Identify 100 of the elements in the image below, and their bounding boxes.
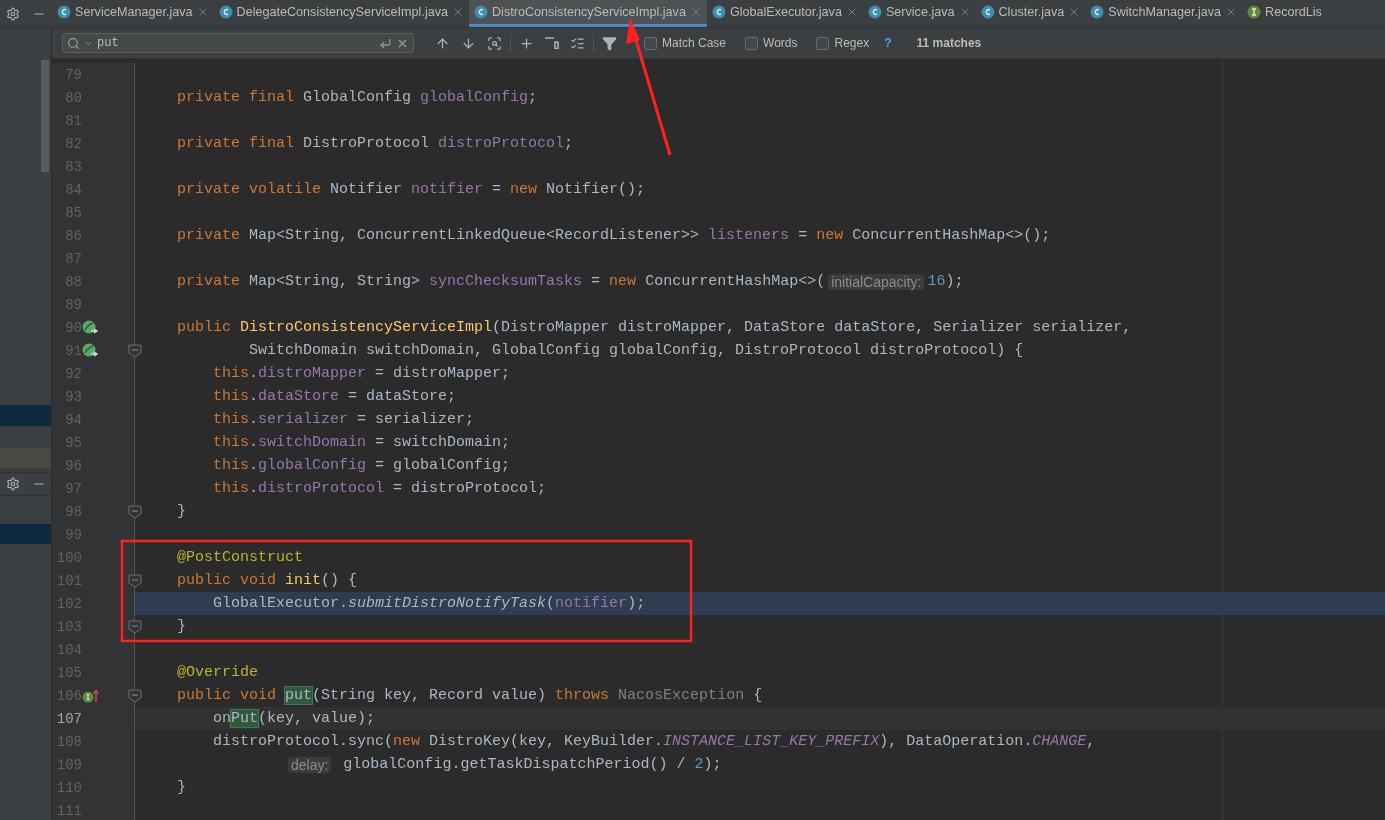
code-token: 2 xyxy=(694,756,704,773)
code-token: ); xyxy=(703,756,722,773)
code-token: = xyxy=(797,227,809,244)
code-token: new xyxy=(393,733,422,750)
tab-label: ServiceManager.java xyxy=(75,5,193,19)
code-token: . xyxy=(249,365,259,382)
code-token: () { xyxy=(321,572,358,589)
fold-icon[interactable] xyxy=(128,689,142,703)
code-token: on xyxy=(212,710,231,727)
checkbox[interactable] xyxy=(816,36,830,50)
code-token: dataStore xyxy=(258,388,340,405)
code-token: distroProtocol.sync( xyxy=(212,733,394,750)
code-token: SwitchDomain switchDomain, GlobalConfig globalConfig, DistroProtocol distroProtocol) { xyxy=(248,342,1024,359)
code-token: public void xyxy=(176,687,278,704)
code-token: ( xyxy=(546,595,556,612)
close-icon[interactable] xyxy=(452,6,464,18)
checkbox-label: Match Case xyxy=(662,36,727,50)
code-token: init xyxy=(285,572,322,589)
code-token: private volatile xyxy=(176,181,323,198)
tab-label: Service.java xyxy=(885,5,955,19)
code-token: distroProtocol xyxy=(258,480,385,497)
remove-occurrence-button[interactable] xyxy=(545,37,559,49)
editor-tab[interactable]: Cluster.java xyxy=(975,0,1086,27)
editor-tab[interactable]: RecordLis xyxy=(1242,0,1327,27)
checkbox-label: Regex xyxy=(834,36,870,50)
code-token: GlobalConfig xyxy=(303,89,413,106)
code-token: distroMapper xyxy=(258,365,367,382)
tab-label: DistroConsistencyServiceImpl.java xyxy=(492,5,686,19)
next-match-button[interactable] xyxy=(461,35,476,51)
editor-tab[interactable]: ServiceManager.java xyxy=(52,0,214,27)
checkbox[interactable] xyxy=(745,36,759,50)
code-token: private xyxy=(176,227,242,244)
code-token: private xyxy=(176,273,242,290)
tab-label: SwitchManager.java xyxy=(1108,5,1222,19)
code-token: ; xyxy=(528,89,538,106)
code-token: Notifier xyxy=(330,181,404,198)
code-token: (DistroMapper distroMapper, DataStore dataStore, Serializer serializer, xyxy=(492,319,1132,336)
code-token: 16 xyxy=(927,273,946,290)
code-token: = switchDomain; xyxy=(374,434,511,451)
add-occurrence-button[interactable] xyxy=(519,35,534,51)
code-token: this xyxy=(212,480,250,497)
code-token: distroProtocol xyxy=(438,135,565,152)
filter-button[interactable] xyxy=(602,35,617,51)
interface-icon xyxy=(1247,5,1262,19)
code-token: private final xyxy=(176,89,296,106)
fold-icon[interactable] xyxy=(128,344,142,358)
class-icon xyxy=(474,5,488,19)
class-icon xyxy=(57,5,71,19)
editor-tab[interactable]: GlobalExecutor.java xyxy=(706,0,863,27)
fold-icon[interactable] xyxy=(128,505,142,519)
code-token: this xyxy=(212,457,250,474)
match-count: 11 matches xyxy=(916,36,982,50)
code-token: globalConfig xyxy=(258,457,367,474)
class-icon xyxy=(867,5,882,19)
class-icon xyxy=(980,5,995,19)
code-token: = globalConfig; xyxy=(374,457,511,474)
code-token: private final xyxy=(176,135,296,152)
code-token: new xyxy=(609,273,638,290)
help-link[interactable]: ? xyxy=(884,36,892,50)
code-token: Notifier(); xyxy=(546,181,646,198)
editor-tab[interactable]: DelegateConsistencyServiceImpl.java xyxy=(213,0,469,27)
checkbox[interactable] xyxy=(644,36,657,50)
scrollbar-thumb[interactable] xyxy=(41,60,49,172)
editor-tab[interactable]: DistroConsistencyServiceImpl.java xyxy=(469,0,707,27)
search-field[interactable]: put xyxy=(62,33,414,53)
code-token: NacosException xyxy=(618,687,745,704)
bean-icon[interactable] xyxy=(82,319,98,336)
code-token: . xyxy=(249,457,259,474)
code-token: = distroProtocol; xyxy=(392,480,547,497)
search-input[interactable]: put xyxy=(97,36,375,50)
select-all-occurrences-button[interactable] xyxy=(570,35,585,51)
fold-icon[interactable] xyxy=(128,574,142,588)
newline-icon[interactable] xyxy=(379,36,392,50)
code-token: public xyxy=(176,319,232,336)
code-token: . xyxy=(249,411,259,428)
editor-tab[interactable]: Service.java xyxy=(862,0,976,27)
remove-occurrence-icon xyxy=(545,37,559,49)
editor-tab[interactable]: SwitchManager.java xyxy=(1085,0,1243,27)
tab-label: GlobalExecutor.java xyxy=(729,5,842,19)
code-token: } xyxy=(176,779,186,796)
checkbox-label: Words xyxy=(763,36,798,50)
implements-icon[interactable] xyxy=(82,688,100,703)
parameter-hint: initialCapacity: xyxy=(828,273,925,290)
settings-icon[interactable] xyxy=(6,6,20,21)
fold-icon[interactable] xyxy=(128,620,142,634)
code-token: CHANGE xyxy=(1032,733,1087,750)
code-token: ; xyxy=(564,135,574,152)
code-token: = dataStore; xyxy=(347,388,457,405)
code-token: listeners xyxy=(708,227,790,244)
code-token: notifier xyxy=(411,181,484,198)
bean-icon[interactable] xyxy=(82,342,98,359)
previous-match-button[interactable] xyxy=(435,35,450,51)
code-token: ConcurrentHashMap<>(); xyxy=(852,227,1051,244)
code-token: (key, value); xyxy=(258,710,376,727)
code-token: ConcurrentHashMap<>( xyxy=(645,273,826,290)
find-all-button[interactable] xyxy=(487,35,502,51)
code-token: = xyxy=(491,181,503,198)
code-token: @Override xyxy=(176,664,259,681)
class-icon xyxy=(218,5,233,19)
settings-icon[interactable] xyxy=(6,477,20,491)
